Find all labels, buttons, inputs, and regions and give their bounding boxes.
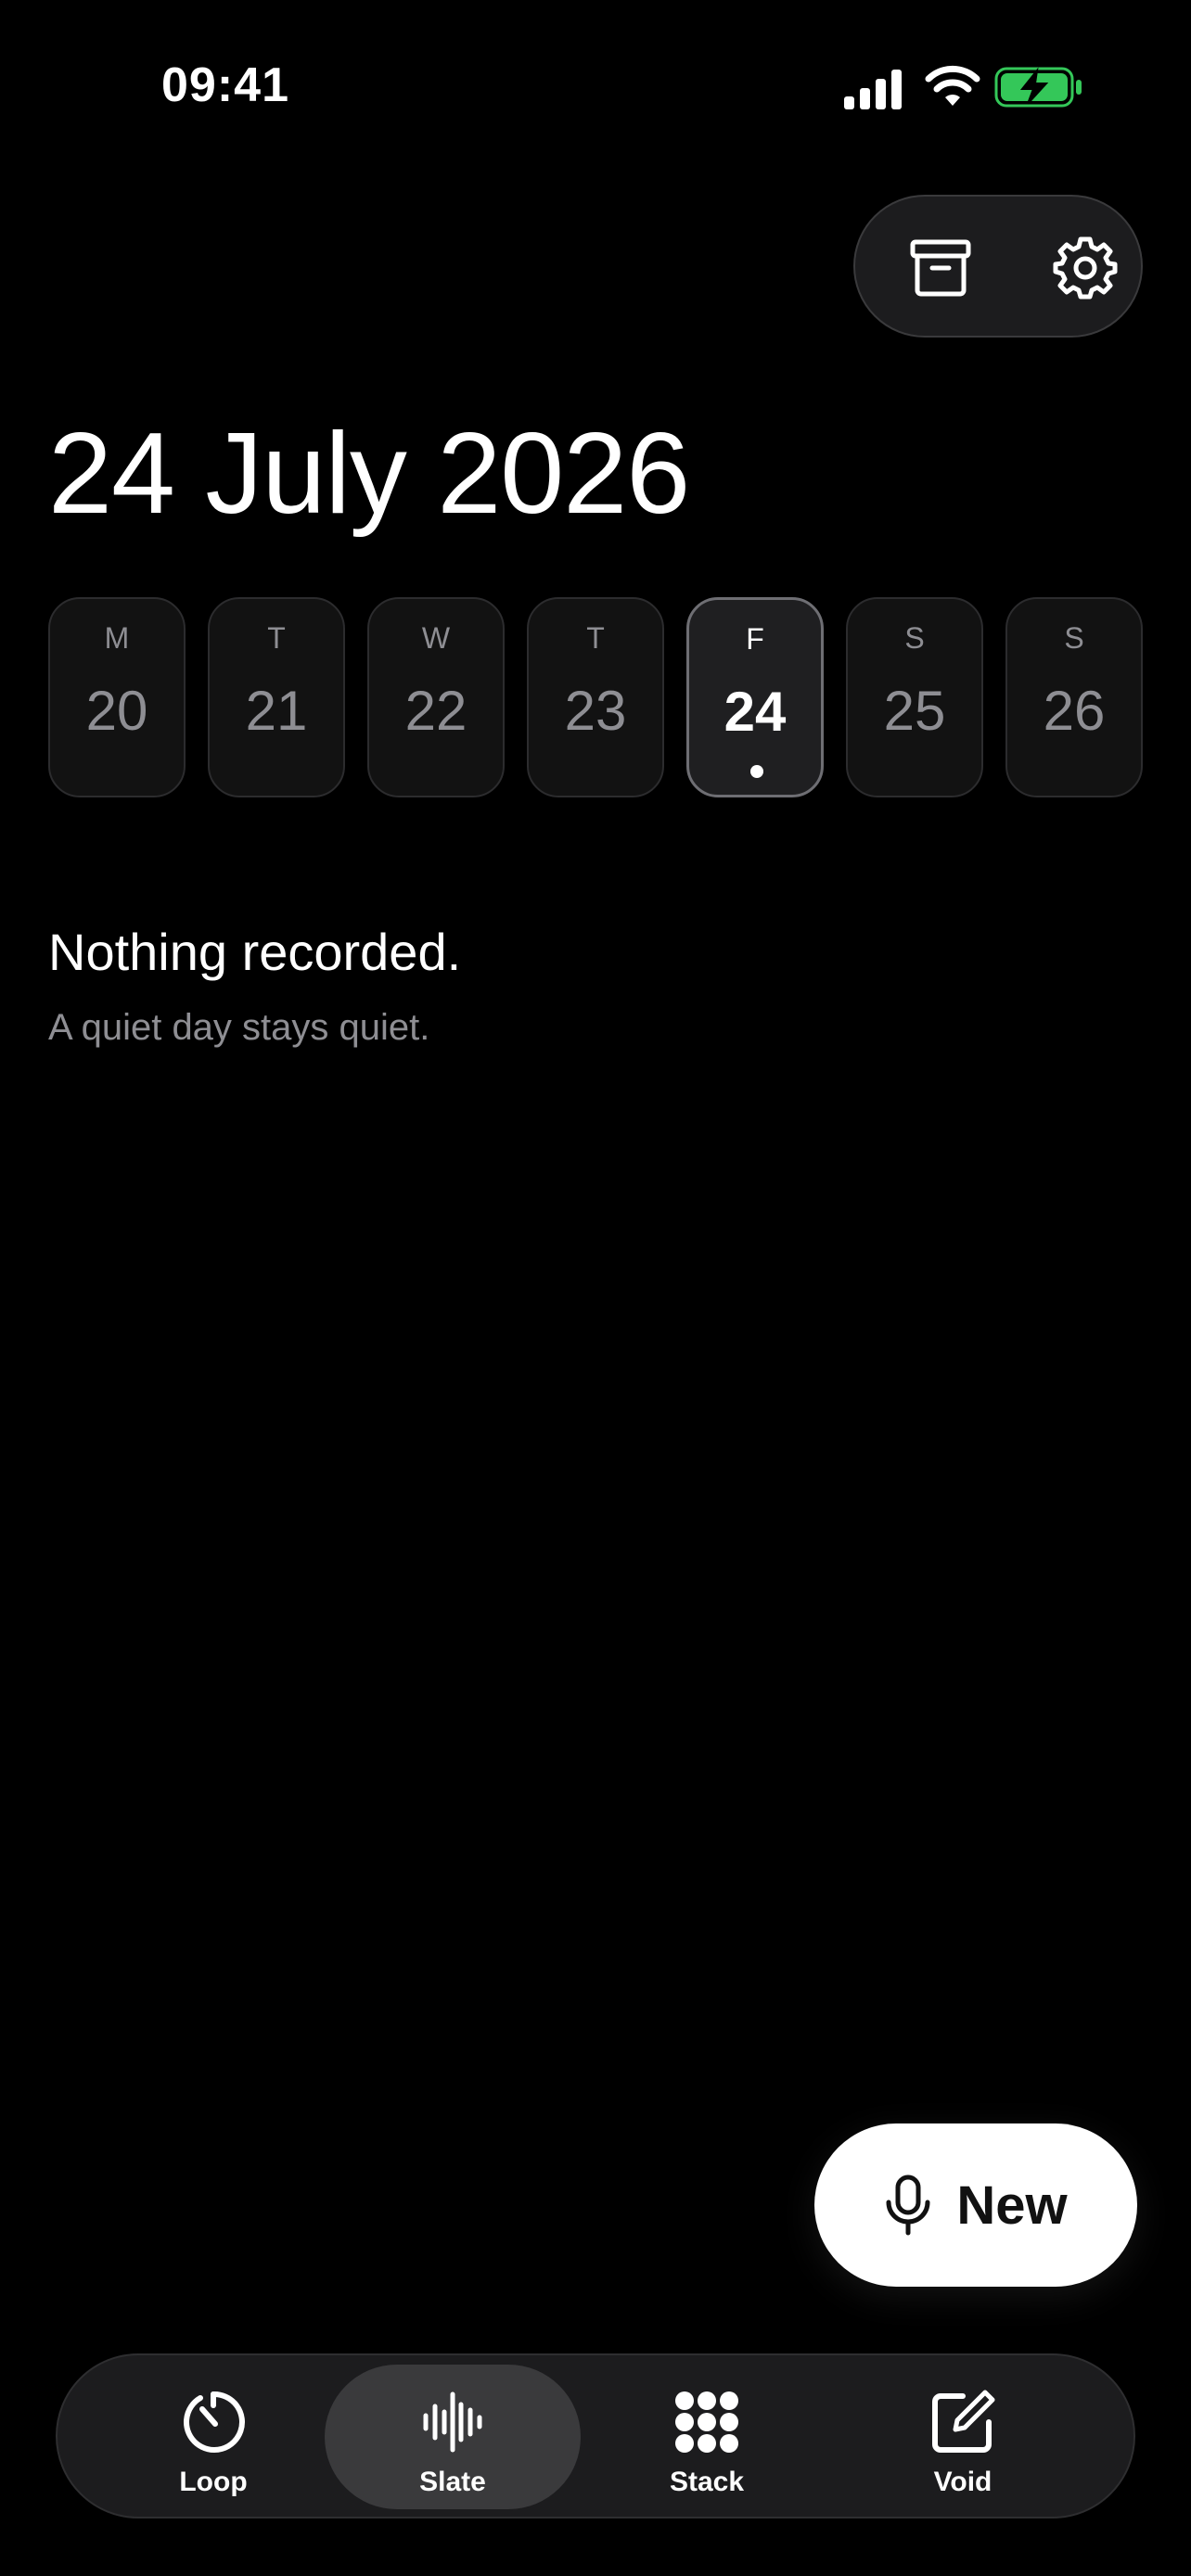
day-weekday: S [1064, 621, 1084, 655]
day-weekday: T [267, 621, 286, 655]
compose-icon [932, 2390, 995, 2453]
day-weekday: S [904, 621, 925, 655]
tab-bar: Loop Slate Stack Void [56, 2353, 1135, 2519]
screen: 09:41 24 July 2026 M 20 T 21 W 22 T 23 F… [0, 0, 1191, 2576]
day-cell[interactable]: S 26 [1005, 597, 1143, 797]
day-cell[interactable]: T 21 [208, 597, 345, 797]
selected-day-dot [750, 765, 763, 778]
day-weekday: T [586, 621, 605, 655]
new-button-label: New [956, 2174, 1068, 2236]
cellular-signal-icon [844, 70, 902, 109]
tab-label: Stack [669, 2467, 745, 2497]
day-number: 26 [1043, 680, 1106, 742]
microphone-icon [886, 2174, 930, 2236]
day-number: 20 [85, 680, 148, 742]
day-weekday: M [104, 621, 130, 655]
day-number: 25 [883, 680, 946, 742]
day-cell[interactable]: S 25 [846, 597, 983, 797]
timer-icon [184, 2391, 245, 2453]
status-time: 09:41 [161, 58, 289, 112]
status-icons [842, 63, 1083, 111]
day-number: 24 [724, 681, 787, 743]
tab-label: Void [933, 2467, 992, 2497]
day-weekday: F [746, 622, 764, 656]
archive-button[interactable] [894, 222, 987, 314]
archive-icon [910, 239, 971, 297]
day-cell[interactable]: M 20 [48, 597, 186, 797]
gear-icon [1053, 236, 1118, 300]
week-strip: M 20 T 21 W 22 T 23 F 24 S 25 S 26 [48, 597, 1143, 799]
page-title: 24 July 2026 [48, 410, 690, 538]
settings-button[interactable] [1039, 222, 1132, 314]
day-number: 22 [404, 680, 467, 742]
wifi-icon [925, 65, 980, 106]
day-number: 23 [564, 680, 627, 742]
tab-void[interactable]: Void [835, 2365, 1091, 2509]
day-cell-selected[interactable]: F 24 [686, 597, 824, 797]
tab-label: Loop [179, 2467, 248, 2497]
battery-charging-icon [994, 67, 1082, 108]
top-action-pill [853, 195, 1143, 338]
tab-slate[interactable]: Slate [325, 2365, 581, 2509]
waveform-icon [423, 2391, 482, 2453]
day-weekday: W [421, 621, 451, 655]
empty-state-subtitle: A quiet day stays quiet. [48, 1007, 430, 1048]
grid-icon [675, 2391, 738, 2453]
tab-loop[interactable]: Loop [85, 2365, 341, 2509]
empty-state-title: Nothing recorded. [48, 923, 462, 981]
tab-stack[interactable]: Stack [579, 2365, 835, 2509]
day-number: 21 [245, 680, 308, 742]
new-recording-button[interactable]: New [814, 2123, 1137, 2287]
day-cell[interactable]: T 23 [527, 597, 664, 797]
tab-label: Slate [419, 2467, 486, 2497]
day-cell[interactable]: W 22 [367, 597, 505, 797]
